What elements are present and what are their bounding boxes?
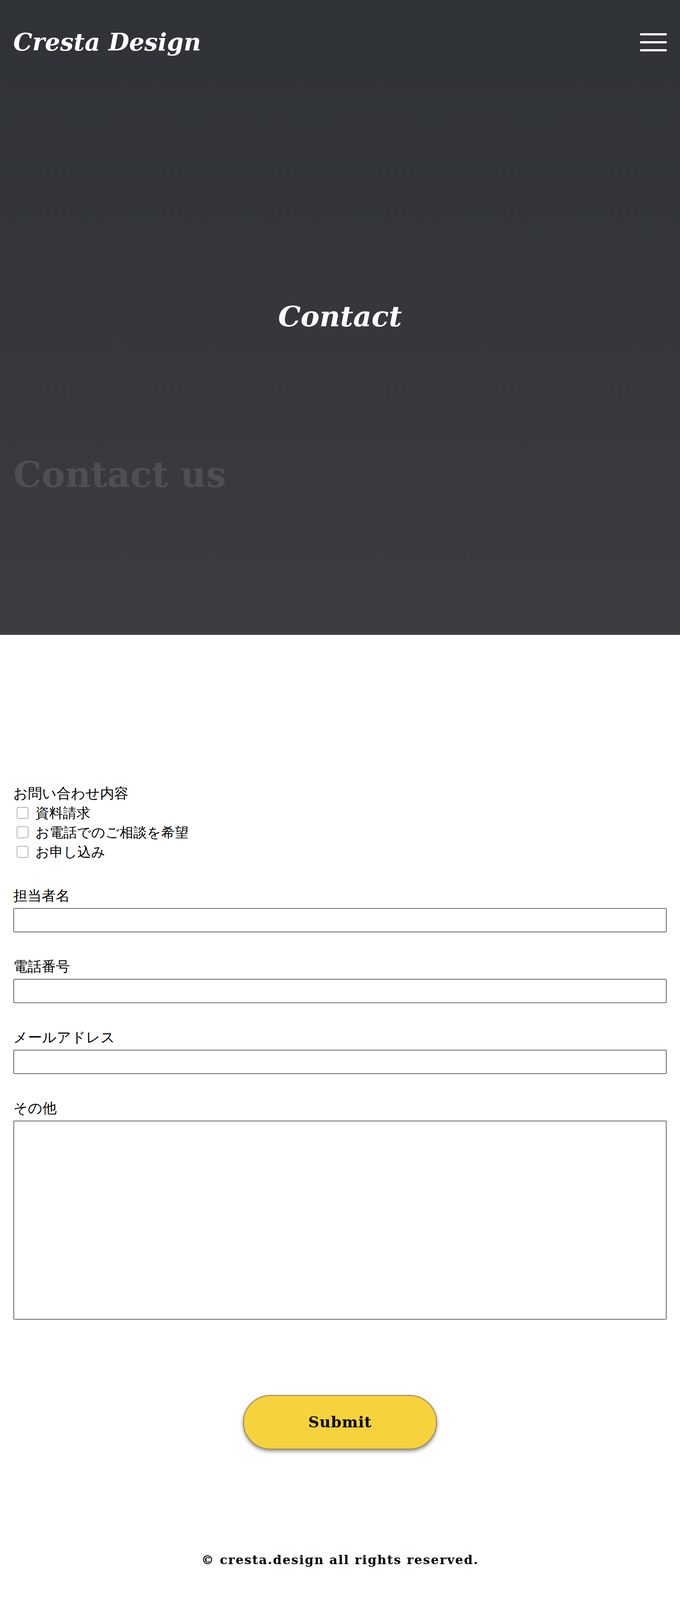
submit-button[interactable]: Submit [243,1394,437,1450]
checkbox[interactable] [16,846,29,858]
contact-form: お問い合わせ内容資料請求お電話でのご相談を希望お申し込み担当者名電話番号メールア… [0,634,680,1450]
page: Cresta Design Contact Contact us お問い合わせ内容資料… [0,0,680,1600]
field-input[interactable] [13,978,667,1004]
form-field: メールアドレス [13,1027,667,1075]
field-input[interactable] [13,907,667,933]
form-field: その他 [13,1098,667,1320]
checkbox[interactable] [16,826,29,839]
field-label: 担当者名 [13,885,667,906]
inquiry-group: お問い合わせ内容資料請求お電話でのご相談を希望お申し込み [13,783,667,862]
header: Cresta Design [0,0,680,58]
form-field: 担当者名 [13,885,667,933]
menu-icon[interactable] [640,33,667,52]
hero-title: Contact [0,297,680,336]
field-label: 電話番号 [13,956,667,977]
inquiry-label: お問い合わせ内容 [13,783,667,804]
inquiry-option[interactable]: お申し込み [13,842,667,862]
copyright: © cresta.design all rights reserved. [201,1550,480,1570]
hero-watermark: Contact us [0,452,680,497]
field-label: メールアドレス [13,1027,667,1048]
inquiry-option[interactable]: 資料請求 [13,803,667,823]
field-textarea[interactable] [13,1120,667,1320]
submit-row: Submit [13,1394,667,1450]
footer: © cresta.design all rights reserved. [0,1449,680,1600]
inquiry-option[interactable]: お電話でのご相談を希望 [13,822,667,843]
form-field: 電話番号 [13,956,667,1004]
field-label: その他 [13,1098,667,1118]
field-input[interactable] [13,1049,667,1075]
checkbox[interactable] [16,807,29,819]
hero: Cresta Design Contact Contact us [0,0,680,635]
logo[interactable]: Cresta Design [13,26,201,58]
